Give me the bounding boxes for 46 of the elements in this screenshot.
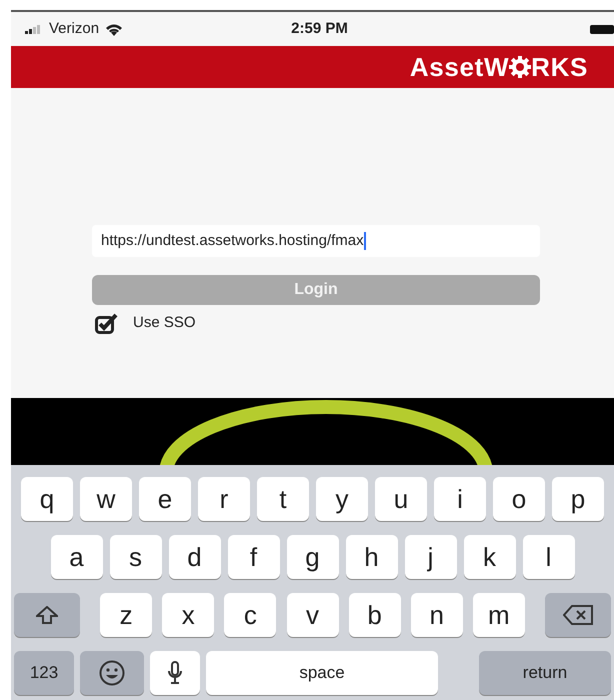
letter-key[interactable]: e xyxy=(139,477,191,521)
letter-key[interactable]: r xyxy=(198,477,250,521)
url-field[interactable]: https://undtest.assetworks.hosting/fmax xyxy=(92,225,540,257)
letter-key[interactable]: x xyxy=(162,593,214,637)
backspace-icon xyxy=(563,605,593,625)
letter-key[interactable]: g xyxy=(286,535,338,579)
letter-key[interactable]: c xyxy=(224,593,276,637)
letter-key[interactable]: p xyxy=(552,477,604,521)
letter-key[interactable]: k xyxy=(464,535,516,579)
app-logo: AssetW RKS xyxy=(410,54,588,80)
letter-key[interactable]: d xyxy=(168,535,220,579)
clock-time: 2:59 PM xyxy=(291,18,348,39)
smiley-icon xyxy=(99,660,125,686)
battery-icon xyxy=(590,24,614,34)
letter-key[interactable]: q xyxy=(21,477,73,521)
letter-key[interactable]: v xyxy=(286,593,338,637)
letter-key[interactable]: j xyxy=(404,535,456,579)
emoji-key[interactable] xyxy=(80,651,144,695)
letter-key[interactable]: s xyxy=(110,535,162,579)
letter-key[interactable]: t xyxy=(257,477,309,521)
letter-key[interactable]: n xyxy=(410,593,463,637)
return-key[interactable]: return xyxy=(479,651,611,695)
letter-key[interactable]: w xyxy=(80,477,132,521)
letter-key[interactable]: i xyxy=(434,477,486,521)
letter-key[interactable]: z xyxy=(100,593,152,637)
shift-key[interactable] xyxy=(14,593,80,637)
letter-key[interactable]: f xyxy=(228,535,280,579)
shift-icon xyxy=(36,606,58,624)
letter-key[interactable]: b xyxy=(348,593,401,637)
letter-key[interactable]: a xyxy=(50,535,102,579)
letter-key[interactable]: o xyxy=(493,477,545,521)
wifi-icon xyxy=(105,22,124,36)
mic-key[interactable] xyxy=(150,651,200,695)
letter-key[interactable]: h xyxy=(346,535,398,579)
backspace-key[interactable] xyxy=(545,593,611,637)
numbers-key[interactable]: 123 xyxy=(14,651,74,695)
letter-key[interactable]: m xyxy=(472,593,525,637)
microphone-icon xyxy=(167,661,183,685)
letter-key[interactable]: u xyxy=(375,477,427,521)
space-key[interactable]: space xyxy=(206,651,438,695)
letter-key[interactable]: y xyxy=(316,477,368,521)
signal-icon xyxy=(25,24,43,34)
carrier-name: Verizon xyxy=(49,18,100,39)
checkbox-label: Use SSO xyxy=(133,313,196,333)
letter-key[interactable]: l xyxy=(522,535,574,579)
checkbox[interactable] xyxy=(95,312,119,334)
